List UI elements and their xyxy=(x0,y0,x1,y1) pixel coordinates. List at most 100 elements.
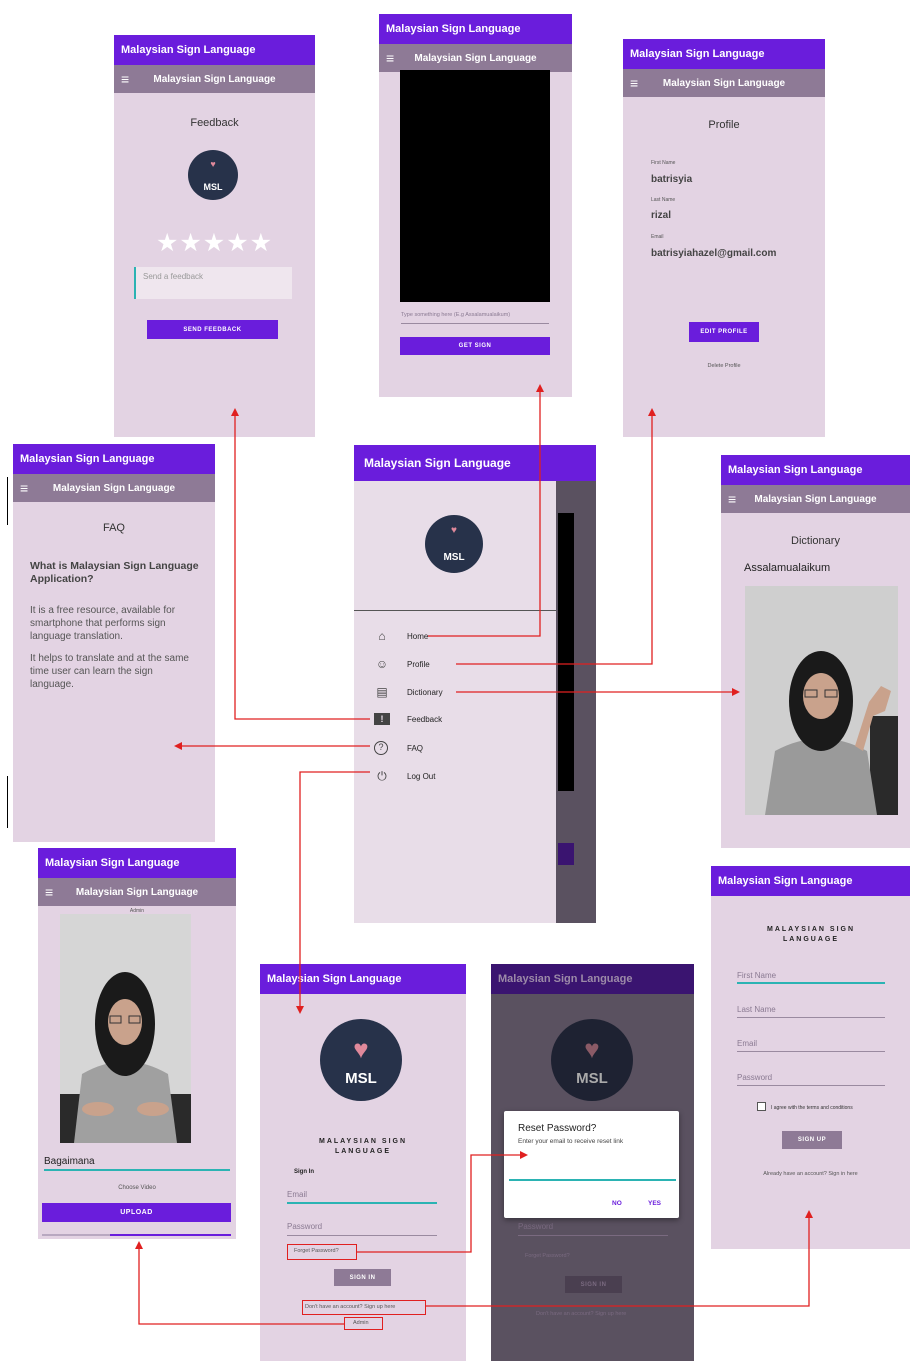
choose-video-link[interactable]: Choose Video xyxy=(38,1185,236,1191)
dialog-title: Reset Password? xyxy=(518,1123,597,1134)
page-title: Dictionary xyxy=(791,535,840,547)
password-field[interactable]: Password xyxy=(737,1073,885,1086)
email-field[interactable]: Email xyxy=(737,1039,885,1052)
drawer-item-home[interactable]: ⌂ Home xyxy=(374,629,428,643)
faq-question: What is Malaysian Sign Language Applicat… xyxy=(30,560,199,585)
sign-video[interactable] xyxy=(745,586,898,815)
uploaded-video[interactable] xyxy=(60,914,191,1143)
signin-button[interactable]: SIGN IN xyxy=(334,1269,391,1286)
book-icon: ▤ xyxy=(376,685,388,699)
profile-screen: Malaysian Sign Language ≡ Malaysian Sign … xyxy=(623,39,825,437)
highlight-signup-link xyxy=(302,1300,426,1315)
drawer-item-feedback[interactable]: ! Feedback xyxy=(374,713,442,725)
email-label: Email xyxy=(651,234,664,240)
delete-profile-link[interactable]: Delete Profile xyxy=(623,363,825,369)
highlight-admin-link xyxy=(344,1317,383,1330)
drawer-header-bar: Malaysian Sign Language xyxy=(354,445,596,481)
progress-fill xyxy=(110,1234,231,1236)
feedback-icon: ! xyxy=(374,713,390,725)
get-sign-button[interactable]: GET SIGN xyxy=(400,337,550,355)
terms-checkbox[interactable] xyxy=(757,1102,766,1111)
navigation-drawer: Malaysian Sign Language ♥ MSL ⌂ Home ☺ Prof… xyxy=(354,445,596,923)
signup-link: Don't have an account? Sign up here xyxy=(536,1311,627,1317)
video-player[interactable] xyxy=(400,70,550,302)
reset-email-input[interactable] xyxy=(509,1179,676,1181)
drawer-item-label: Log Out xyxy=(407,772,436,781)
terms-label: I agree with the terms and conditions xyxy=(771,1105,853,1111)
no-button[interactable]: NO xyxy=(612,1200,622,1207)
app-name-title: MALAYSIAN SIGN LANGUAGE xyxy=(318,1138,408,1155)
status-bar: Malaysian Sign Language xyxy=(38,848,236,878)
word-input[interactable]: Bagaimana xyxy=(44,1156,230,1171)
highlight-forgot-password xyxy=(287,1244,357,1260)
menu-icon[interactable]: ≡ xyxy=(728,485,736,513)
dialog-message: Enter your email to receive reset link xyxy=(518,1138,624,1145)
star-rating[interactable]: ★★★★★ xyxy=(114,228,315,258)
signin-button: SIGN IN xyxy=(565,1276,622,1293)
hands-heart-icon: ♥ xyxy=(210,159,216,169)
send-feedback-button[interactable]: SEND FEEDBACK xyxy=(147,320,278,339)
signup-button[interactable]: SIGN UP xyxy=(782,1131,842,1149)
status-bar: Malaysian Sign Language xyxy=(260,964,466,994)
forgot-password-link: Forget Password? xyxy=(525,1253,570,1259)
drawer-divider xyxy=(354,610,556,611)
admin-screen: Malaysian Sign Language ≡ Malaysian Sign … xyxy=(38,848,236,1239)
app-name-title: MALAYSIAN SIGN LANGUAGE xyxy=(766,926,856,943)
toolbar-title: Malaysian Sign Language xyxy=(754,493,877,505)
signer-photo xyxy=(745,586,898,815)
drawer-item-profile[interactable]: ☺ Profile xyxy=(374,657,430,671)
password-field: Password xyxy=(518,1222,668,1236)
dictionary-screen: Malaysian Sign Language ≡ Malaysian Sign … xyxy=(721,455,910,848)
logo-text: MSL xyxy=(203,182,223,192)
status-bar: Malaysian Sign Language xyxy=(114,35,315,65)
page-title: FAQ xyxy=(102,522,125,534)
toolbar-title: Malaysian Sign Language xyxy=(75,886,199,898)
last-name-field[interactable]: Last Name xyxy=(737,1005,885,1018)
hands-heart-icon: ♥ xyxy=(353,1033,369,1064)
yes-button[interactable]: YES xyxy=(648,1200,661,1207)
signin-link[interactable]: Already have an account? Sign in here xyxy=(711,1171,910,1177)
drawer-item-label: Profile xyxy=(407,659,430,669)
drawer-item-dictionary[interactable]: ▤ Dictionary xyxy=(374,685,442,699)
first-name-field[interactable]: First Name xyxy=(737,971,885,984)
arrow-feedback-to-feedback-screen xyxy=(231,408,370,720)
page-title: Feedback xyxy=(190,117,239,129)
logo-text: MSL xyxy=(576,1070,608,1087)
drawer-item-label: Home xyxy=(407,631,429,641)
faq-answer-1: It is a free resource, available for sma… xyxy=(30,605,176,642)
signin-subtitle: Sign In xyxy=(294,1169,314,1175)
feedback-screen: Malaysian Sign Language ≡ Malaysian Sign … xyxy=(114,35,315,437)
toolbar: ≡ Malaysian Sign Language xyxy=(13,474,215,502)
toolbar: ≡ Malaysian Sign Language xyxy=(114,65,315,93)
last-name-value: rizal xyxy=(651,210,672,221)
last-name-label: Last Name xyxy=(651,197,676,203)
toolbar: ≡ Malaysian Sign Language xyxy=(721,485,910,513)
dimmed-video xyxy=(558,513,574,791)
hands-heart-icon: ♥ xyxy=(451,525,457,537)
feedback-input[interactable]: Send a feedback xyxy=(134,267,292,299)
first-name-value: batrisyia xyxy=(651,174,693,185)
msl-logo: ♥ MSL xyxy=(425,515,483,573)
toolbar: ≡ Malaysian Sign Language xyxy=(38,878,236,906)
status-bar: Malaysian Sign Language xyxy=(13,444,215,474)
msl-logo: ♥ MSL xyxy=(188,150,238,200)
email-field[interactable]: Email xyxy=(287,1190,437,1204)
drawer-item-logout[interactable]: ⏻ Log Out xyxy=(374,769,435,784)
menu-icon[interactable]: ≡ xyxy=(45,878,53,906)
menu-icon[interactable]: ≡ xyxy=(20,474,28,502)
menu-icon[interactable]: ≡ xyxy=(630,69,638,97)
password-field[interactable]: Password xyxy=(287,1222,437,1236)
page-title: Profile xyxy=(708,119,740,131)
sign-text-input[interactable]: Type something here (E.g Assalamualaikum… xyxy=(401,312,549,324)
edit-profile-button[interactable]: EDIT PROFILE xyxy=(689,322,759,342)
drawer-item-faq[interactable]: ? FAQ xyxy=(374,741,423,755)
menu-icon[interactable]: ≡ xyxy=(386,44,394,72)
toolbar-title: Malaysian Sign Language xyxy=(414,52,537,64)
reset-password-dialog: Reset Password? Enter your email to rece… xyxy=(504,1111,679,1218)
toolbar: ≡ Malaysian Sign Language xyxy=(623,69,825,97)
drawer-screen: Malaysian Sign Language ♥ MSL ⌂ Home ☺ Prof… xyxy=(354,445,596,923)
crop-mark xyxy=(7,477,8,525)
menu-icon[interactable]: ≡ xyxy=(121,65,129,93)
translate-screen: Malaysian Sign Language ≡ Malaysian Sign … xyxy=(379,14,572,397)
upload-button[interactable]: UPLOAD xyxy=(42,1203,231,1222)
